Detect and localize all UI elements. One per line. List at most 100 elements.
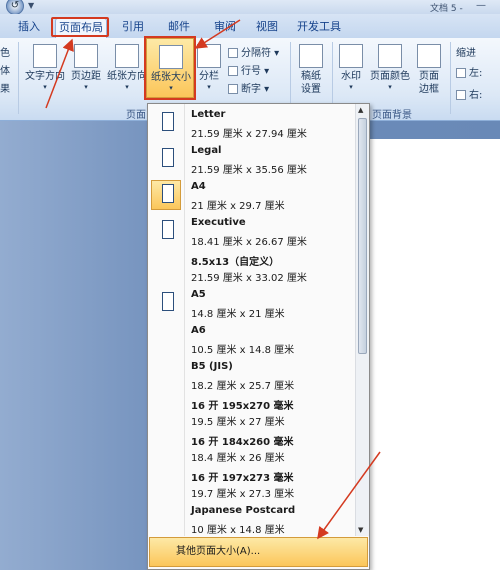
page-icon	[162, 184, 174, 203]
breaks-button[interactable]: 分隔符 ▾	[228, 44, 279, 59]
indent-right-icon	[456, 90, 466, 100]
group-label-page-background: 页面背景	[372, 110, 412, 121]
margins-icon	[74, 44, 98, 68]
watermark-site: jb51.net	[452, 520, 500, 533]
watermark-brand: 脚本之家	[418, 544, 483, 563]
undo-icon[interactable]: ↺	[6, 0, 24, 15]
page-color-button[interactable]: 页面颜色 ▾	[368, 44, 412, 91]
menu-scrollbar[interactable]: ▲ ▼	[355, 104, 369, 536]
watermark-label: 水印	[341, 71, 361, 82]
paper-size-list: Letter 21.59 厘米 x 27.94 厘米 Legal 21.59 厘…	[148, 104, 354, 536]
ribbon-tabs: 插入 页面布局 引用 邮件 审阅 视图 开发工具	[0, 14, 500, 38]
scrollbar-thumb[interactable]	[358, 118, 367, 354]
chevron-down-icon: ▾	[43, 83, 47, 91]
left-edge-item-1[interactable]: 色	[0, 44, 10, 59]
paper-size-item-a5[interactable]: A5 14.8 厘米 x 21 厘米	[149, 286, 353, 322]
chevron-down-icon: ▾	[84, 83, 88, 91]
line-numbers-icon	[228, 66, 238, 76]
tab-references[interactable]: 引用	[118, 18, 148, 38]
annotation-box-paper-size	[144, 36, 196, 100]
margins-label: 页边距	[71, 71, 101, 82]
chevron-down-icon: ▾	[349, 83, 353, 91]
orientation-icon	[115, 44, 139, 68]
paper-size-name: Legal	[191, 145, 222, 156]
paper-size-item-a6[interactable]: A6 10.5 厘米 x 14.8 厘米	[149, 322, 353, 358]
group-separator	[18, 42, 19, 114]
paper-size-item-letter[interactable]: Letter 21.59 厘米 x 27.94 厘米	[149, 106, 353, 142]
page-border-button[interactable]: 页面 边框	[414, 44, 444, 96]
columns-icon	[197, 44, 221, 68]
paper-size-name: 16 开 197x273 毫米	[191, 473, 294, 484]
paper-size-dims: 18.41 厘米 x 26.67 厘米	[191, 237, 307, 248]
page-icon	[162, 292, 174, 311]
manuscript-label-1: 稿纸	[301, 71, 321, 82]
hyphenation-icon	[228, 84, 238, 94]
paper-size-name: A6	[191, 325, 206, 336]
columns-button[interactable]: 分栏 ▾	[195, 44, 223, 91]
text-direction-icon	[33, 44, 57, 68]
page-border-icon	[417, 44, 441, 68]
watermark-button[interactable]: 水印 ▾	[336, 44, 366, 91]
paper-size-item-legal[interactable]: Legal 21.59 厘米 x 35.56 厘米	[149, 142, 353, 178]
text-direction-label: 文字方向	[25, 71, 65, 82]
paper-size-dims: 21.59 厘米 x 27.94 厘米	[191, 129, 307, 140]
paper-size-name: A4	[191, 181, 206, 192]
manuscript-settings-button[interactable]: 稿纸 设置	[294, 44, 328, 96]
document-page[interactable]	[370, 139, 500, 570]
paper-size-item-b5-jis[interactable]: B5 (JIS) 18.2 厘米 x 25.7 厘米	[149, 358, 353, 394]
indent-right-field[interactable]: 右:	[456, 86, 482, 101]
paper-size-name: B5 (JIS)	[191, 361, 233, 372]
indent-heading: 缩进	[456, 48, 476, 59]
tab-developer[interactable]: 开发工具	[294, 18, 344, 38]
line-numbers-label: 行号	[241, 66, 261, 77]
paper-size-dims: 21 厘米 x 29.7 厘米	[191, 201, 285, 212]
paper-size-item-16k-195x270[interactable]: 16 开 195x270 毫米 19.5 厘米 x 27 厘米	[149, 394, 353, 430]
group-label-page-setup: 页面	[126, 110, 146, 121]
columns-label: 分栏	[199, 71, 219, 82]
manuscript-label-2: 设置	[301, 84, 321, 95]
left-edge-item-2[interactable]: 体	[0, 62, 10, 77]
page-border-label-1: 页面	[419, 71, 439, 82]
indent-left-icon	[456, 68, 466, 78]
paper-size-name: 16 开 195x270 毫米	[191, 401, 294, 412]
paper-size-name: A5	[191, 289, 206, 300]
paper-size-item-japanese-postcard[interactable]: Japanese Postcard 10 厘米 x 14.8 厘米	[149, 502, 353, 536]
paper-size-dims: 18.2 厘米 x 25.7 厘米	[191, 381, 295, 392]
quick-access-dropdown-icon[interactable]: ▼	[28, 1, 34, 10]
tab-mailings[interactable]: 邮件	[164, 18, 194, 38]
paper-size-dims: 19.7 厘米 x 27.3 厘米	[191, 489, 295, 500]
paper-size-item-a4[interactable]: A4 21 厘米 x 29.7 厘米	[149, 178, 353, 214]
margins-button[interactable]: 页边距 ▾	[68, 44, 104, 91]
paper-size-item-16k-184x260[interactable]: 16 开 184x260 毫米 18.4 厘米 x 26 厘米	[149, 430, 353, 466]
group-separator	[450, 42, 451, 114]
breaks-icon	[228, 48, 238, 58]
minimize-button[interactable]: —	[476, 0, 486, 11]
paper-size-name: 8.5x13（自定义）	[191, 257, 280, 268]
text-direction-button[interactable]: 文字方向 ▾	[22, 44, 68, 91]
page-color-icon	[378, 44, 402, 68]
paper-size-item-executive[interactable]: Executive 18.41 厘米 x 26.67 厘米	[149, 214, 353, 250]
tab-insert[interactable]: 插入	[14, 18, 44, 38]
line-numbers-button[interactable]: 行号 ▾	[228, 62, 269, 77]
breaks-label: 分隔符	[241, 48, 271, 59]
paper-size-item-8-5x13[interactable]: 8.5x13（自定义） 21.59 厘米 x 33.02 厘米	[149, 250, 353, 286]
hyphenation-button[interactable]: 断字 ▾	[228, 80, 269, 95]
scroll-up-icon[interactable]: ▲	[358, 106, 363, 114]
page-icon	[162, 148, 174, 167]
tab-review[interactable]: 审阅	[208, 18, 242, 38]
hyphenation-label: 断字	[241, 84, 261, 95]
watermark-icon	[339, 44, 363, 68]
manuscript-icon	[299, 44, 323, 68]
tab-view[interactable]: 视图	[252, 18, 282, 38]
paper-size-item-16k-197x273[interactable]: 16 开 197x273 毫米 19.7 厘米 x 27.3 厘米	[149, 466, 353, 502]
page-border-label-2: 边框	[419, 84, 439, 95]
scroll-down-icon[interactable]: ▼	[358, 526, 363, 534]
indent-left-field[interactable]: 左:	[456, 64, 482, 79]
indent-right-label: 右:	[469, 90, 483, 101]
paper-size-dims: 18.4 厘米 x 26 厘米	[191, 453, 285, 464]
title-bar: ↺ ▼ 文档 5 - —	[0, 0, 500, 15]
paper-size-dims: 19.5 厘米 x 27 厘米	[191, 417, 285, 428]
page-icon	[162, 112, 174, 131]
left-edge-item-3[interactable]: 果	[0, 80, 10, 95]
more-paper-sizes-item[interactable]: 其他页面大小(A)...	[149, 537, 368, 567]
